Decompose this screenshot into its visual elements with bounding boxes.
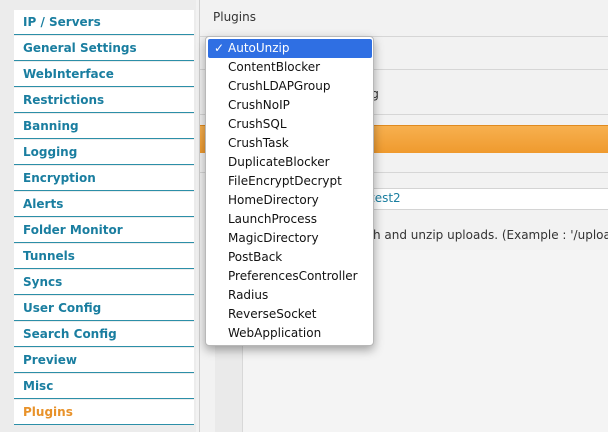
- sidebar-item-logging[interactable]: Logging: [14, 140, 194, 165]
- sidebar: IP / Servers General Settings WebInterfa…: [0, 0, 196, 432]
- plugin-select-dropdown[interactable]: ✓ AutoUnzip ContentBlocker CrushLDAPGrou…: [205, 36, 374, 346]
- plugin-option-label: PreferencesController: [228, 269, 358, 283]
- plugin-option-crushsql[interactable]: CrushSQL: [208, 115, 372, 134]
- plugin-option-radius[interactable]: Radius: [208, 286, 372, 305]
- sidebar-item-syncs[interactable]: Syncs: [14, 270, 194, 295]
- plugin-option-autounzip[interactable]: ✓ AutoUnzip: [208, 39, 372, 58]
- plugin-option-label: CrushTask: [228, 136, 289, 150]
- plugin-option-label: LaunchProcess: [228, 212, 317, 226]
- sidebar-item-tunnels[interactable]: Tunnels: [14, 244, 194, 269]
- plugin-description: h and unzip uploads. (Example : '/upload…: [373, 228, 608, 242]
- plugin-option-label: HomeDirectory: [228, 193, 319, 207]
- plugin-option-label: WebApplication: [228, 326, 322, 340]
- plugin-option-label: AutoUnzip: [228, 41, 290, 55]
- plugin-option-preferencescontroller[interactable]: PreferencesController: [208, 267, 372, 286]
- sidebar-item-ip-servers[interactable]: IP / Servers: [14, 10, 194, 35]
- page-title: Plugins: [213, 10, 256, 24]
- sidebar-item-user-config[interactable]: User Config: [14, 296, 194, 321]
- plugin-option-label: MagicDirectory: [228, 231, 319, 245]
- plugin-option-webapplication[interactable]: WebApplication: [208, 324, 372, 343]
- plugin-option-crushtask[interactable]: CrushTask: [208, 134, 372, 153]
- sidebar-item-banning[interactable]: Banning: [14, 114, 194, 139]
- plugin-option-contentblocker[interactable]: ContentBlocker: [208, 58, 372, 77]
- checkmark-icon: ✓: [214, 41, 225, 55]
- plugin-option-label: CrushNoIP: [228, 98, 290, 112]
- sidebar-item-encryption[interactable]: Encryption: [14, 166, 194, 191]
- plugin-option-label: CrushLDAPGroup: [228, 79, 331, 93]
- sidebar-item-alerts[interactable]: Alerts: [14, 192, 194, 217]
- plugin-option-magicdirectory[interactable]: MagicDirectory: [208, 229, 372, 248]
- plugin-option-launchprocess[interactable]: LaunchProcess: [208, 210, 372, 229]
- sidebar-item-misc[interactable]: Misc: [14, 374, 194, 399]
- plugin-option-homedirectory[interactable]: HomeDirectory: [208, 191, 372, 210]
- plugin-option-duplicateblocker[interactable]: DuplicateBlocker: [208, 153, 372, 172]
- plugin-option-label: Radius: [228, 288, 269, 302]
- plugin-option-fileencryptdecrypt[interactable]: FileEncryptDecrypt: [208, 172, 372, 191]
- plugin-option-reversesocket[interactable]: ReverseSocket: [208, 305, 372, 324]
- plugin-option-label: ReverseSocket: [228, 307, 317, 321]
- plugin-option-postback[interactable]: PostBack: [208, 248, 372, 267]
- plugin-option-label: PostBack: [228, 250, 283, 264]
- sidebar-item-folder-monitor[interactable]: Folder Monitor: [14, 218, 194, 243]
- sidebar-item-plugins[interactable]: Plugins: [14, 400, 194, 425]
- sidebar-item-preview[interactable]: Preview: [14, 348, 194, 373]
- plugin-option-crushnoip[interactable]: CrushNoIP: [208, 96, 372, 115]
- plugin-option-crushldapgroup[interactable]: CrushLDAPGroup: [208, 77, 372, 96]
- config-name-value: test2: [370, 191, 401, 205]
- plugin-option-label: DuplicateBlocker: [228, 155, 330, 169]
- plugin-option-label: FileEncryptDecrypt: [228, 174, 342, 188]
- plugin-option-label: CrushSQL: [228, 117, 287, 131]
- description-container: h and unzip uploads. (Example : '/upload…: [373, 224, 608, 246]
- plugin-option-label: ContentBlocker: [228, 60, 321, 74]
- sidebar-item-search-config[interactable]: Search Config: [14, 322, 194, 347]
- sidebar-item-webinterface[interactable]: WebInterface: [14, 62, 194, 87]
- sidebar-item-general-settings[interactable]: General Settings: [14, 36, 194, 61]
- sidebar-item-restrictions[interactable]: Restrictions: [14, 88, 194, 113]
